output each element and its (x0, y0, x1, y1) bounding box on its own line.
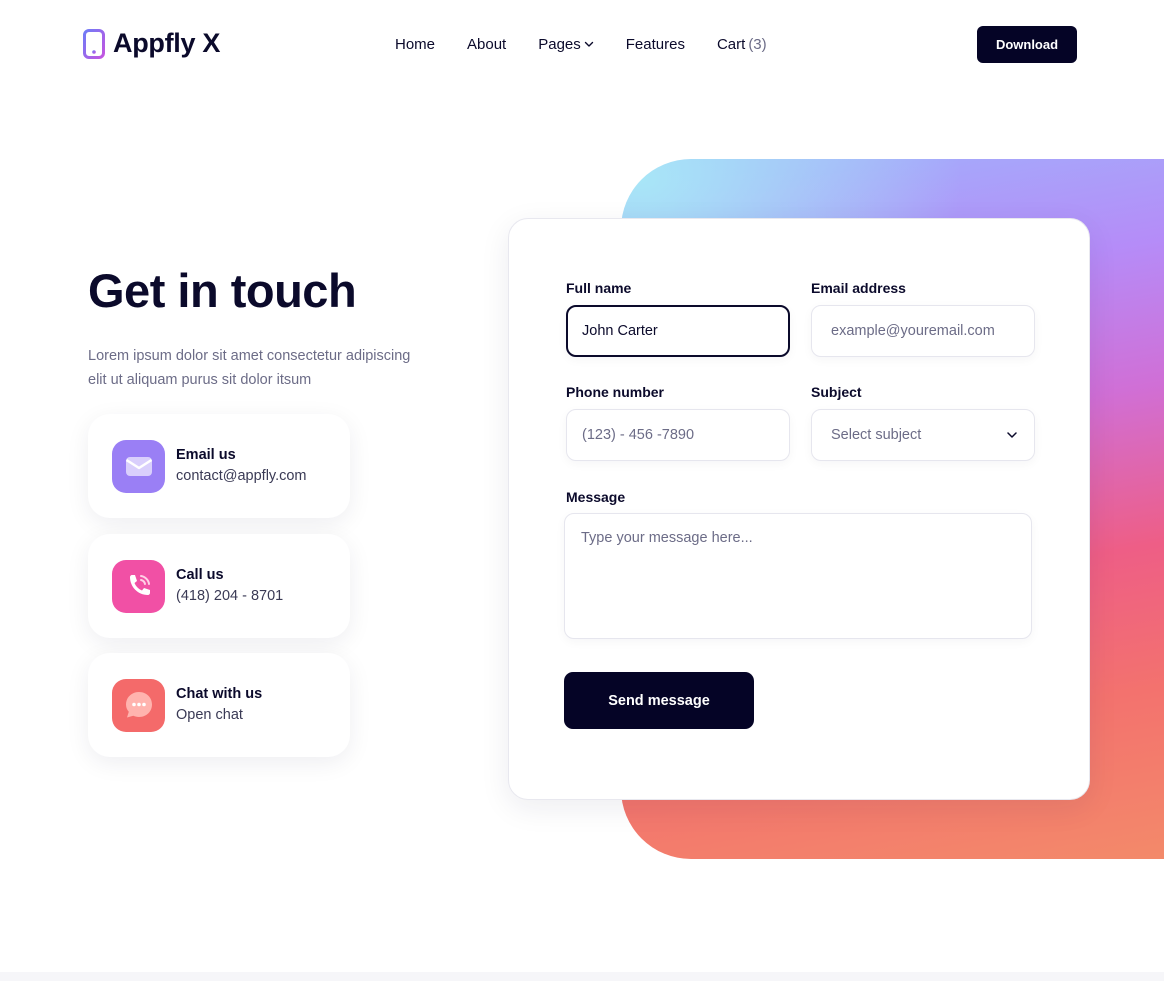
nav-about-label: About (467, 35, 507, 53)
nav-pages-dropdown[interactable]: Pages (538, 34, 594, 54)
subject-selected-value: Select subject (831, 427, 922, 443)
email-label: Email address (811, 280, 906, 296)
contact-title: Chat with us (176, 686, 263, 702)
contact-card-chat[interactable]: Chat with us Open chat (88, 653, 350, 757)
chevron-down-icon (1007, 432, 1017, 438)
full-name-label: Full name (566, 280, 632, 296)
nav-home[interactable]: Home (395, 34, 435, 54)
phone-logo-icon (83, 28, 105, 59)
site-header: Appfly X Home About Pages Features Cart … (0, 0, 1164, 88)
subject-select[interactable]: Select subject (811, 409, 1035, 461)
message-label: Message (566, 489, 626, 505)
brand-name: Appfly X (113, 28, 221, 58)
phone-icon (112, 559, 165, 613)
nav-about[interactable]: About (467, 34, 506, 54)
email-input[interactable] (811, 305, 1035, 357)
chevron-down-icon (584, 41, 593, 47)
main-nav: Home About Pages Features Cart (3) (395, 34, 799, 54)
cart-count-badge: (3) (748, 35, 767, 53)
contact-value: (418) 204 - 8701 (176, 588, 284, 604)
page-title: Get in touch (88, 264, 357, 317)
nav-pages-label: Pages (538, 35, 581, 53)
logo-link[interactable]: Appfly X (83, 28, 220, 59)
nav-home-label: Home (395, 35, 436, 53)
contact-title: Email us (176, 447, 236, 463)
message-textarea[interactable] (564, 513, 1032, 639)
contact-title: Call us (176, 567, 224, 583)
nav-features-label: Features (625, 35, 685, 53)
nav-cart[interactable]: Cart (3) (717, 34, 767, 54)
download-button[interactable]: Download (977, 26, 1077, 63)
full-name-input[interactable] (566, 305, 790, 357)
contact-card-email[interactable]: Email us contact@appfly.com (88, 414, 350, 518)
contact-card-phone[interactable]: Call us (418) 204 - 8701 (88, 534, 350, 638)
nav-cart-label: Cart (716, 35, 746, 53)
contact-value: contact@appfly.com (176, 468, 307, 484)
footer-divider (0, 972, 1164, 981)
contact-value: Open chat (176, 707, 243, 723)
page-description: Lorem ipsum dolor sit amet consectetur a… (88, 348, 411, 388)
subject-label: Subject (811, 384, 862, 400)
chat-bubble-icon (112, 678, 165, 732)
phone-input[interactable] (566, 409, 790, 461)
send-message-button[interactable]: Send message (564, 672, 754, 729)
phone-label: Phone number (566, 384, 665, 400)
envelope-icon (112, 439, 165, 493)
nav-features[interactable]: Features (626, 34, 685, 54)
contact-form: Full name Email address Phone number Sub… (508, 218, 1090, 800)
